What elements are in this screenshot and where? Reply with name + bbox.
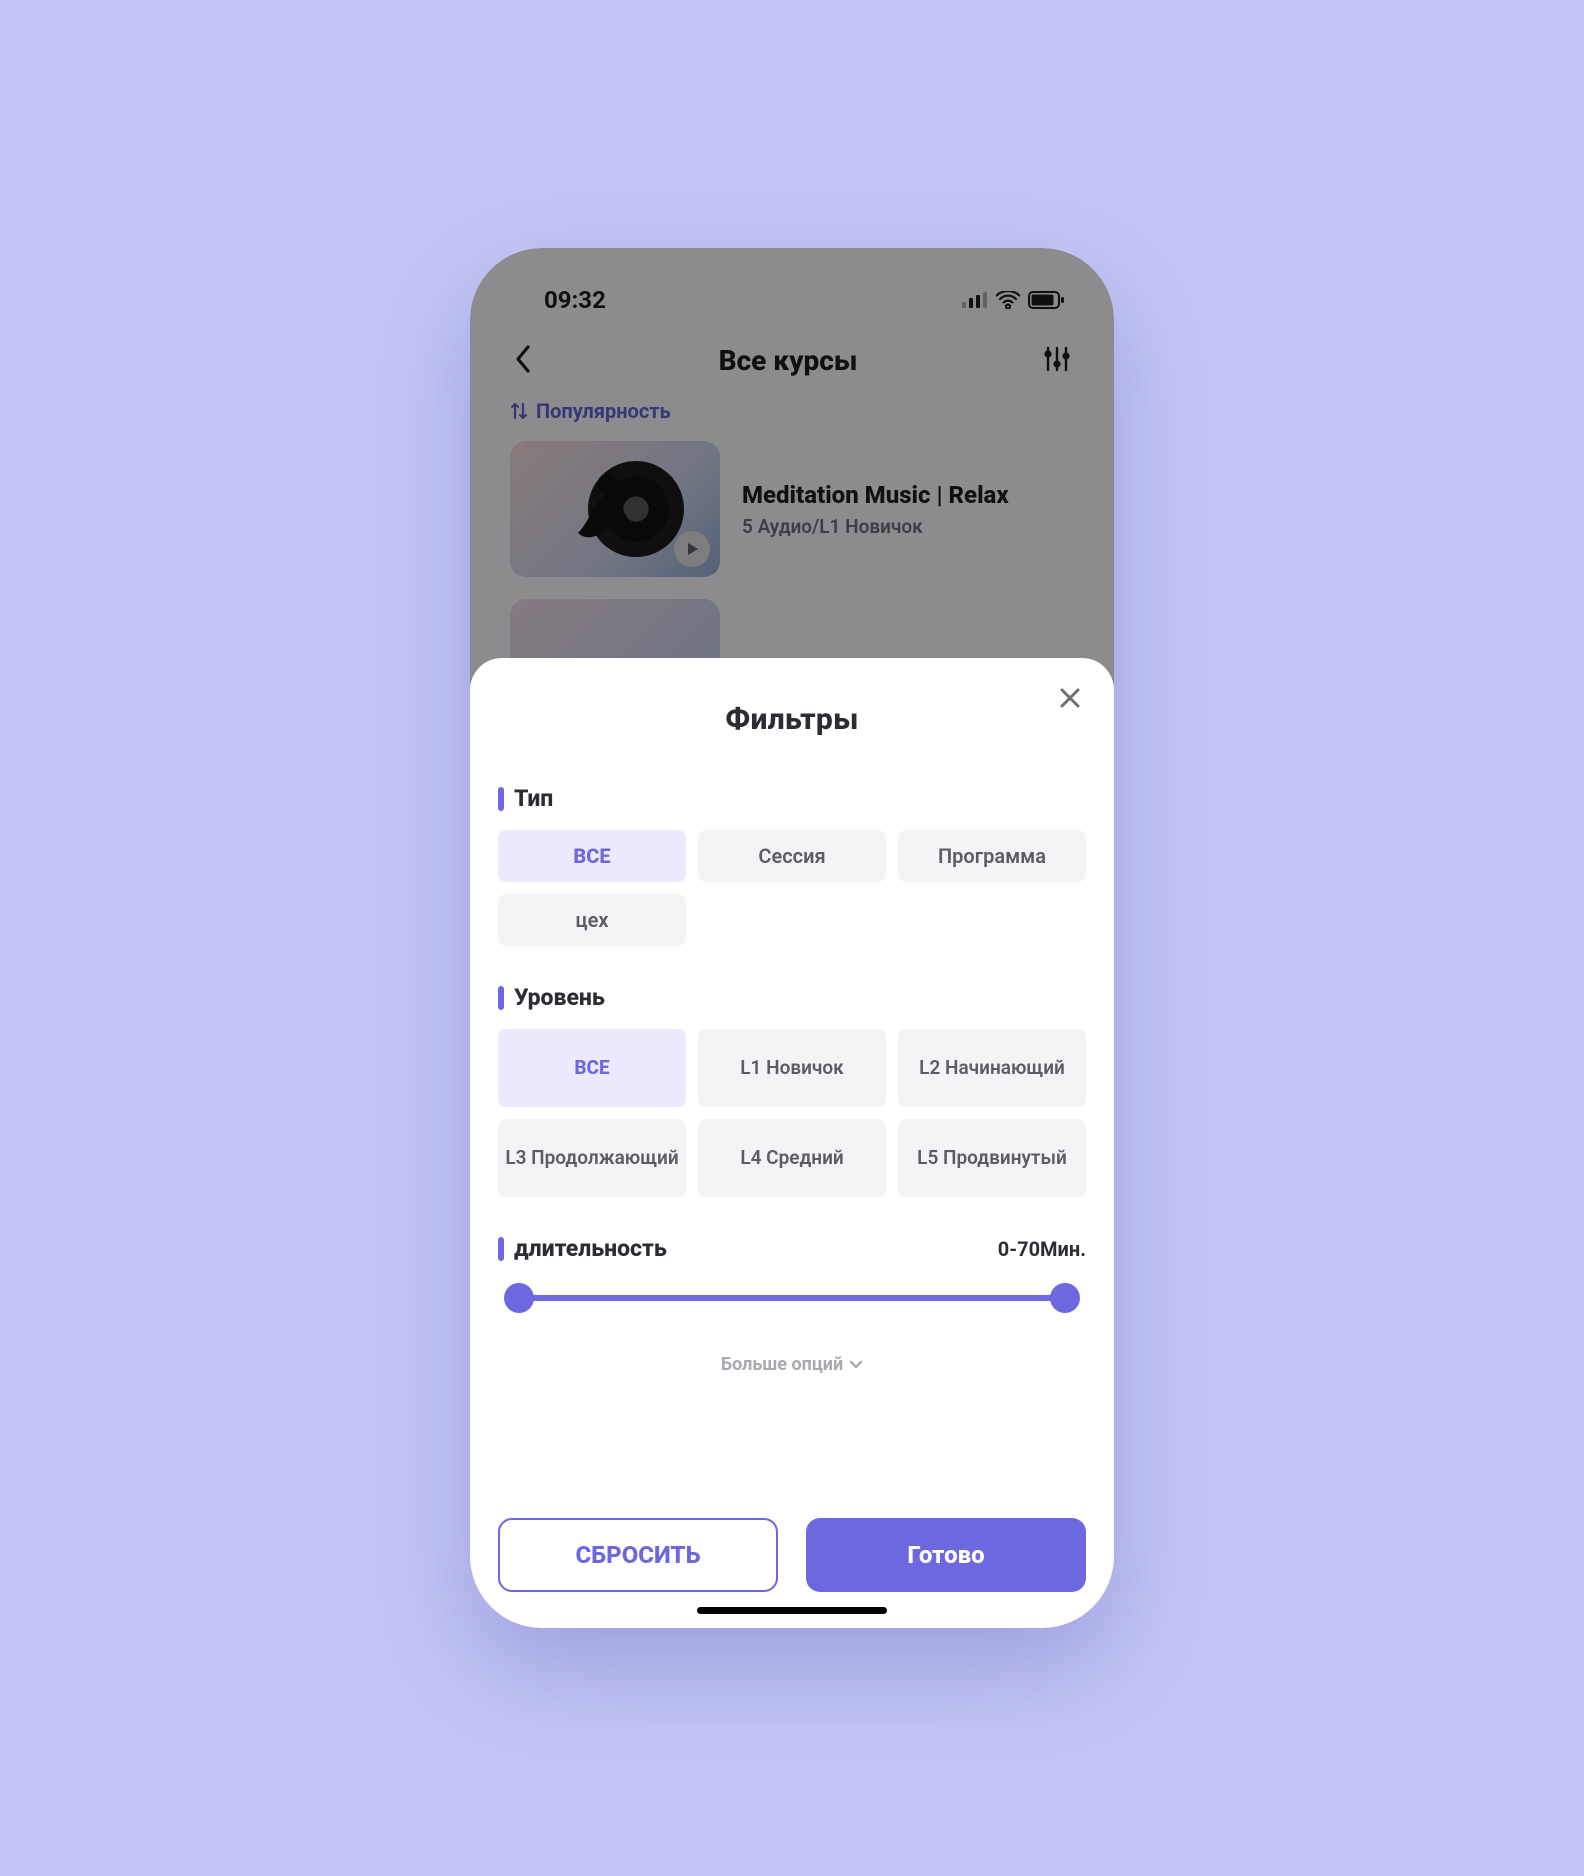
more-options-label: Больше опций [721, 1354, 843, 1375]
section-label-level: Уровень [498, 984, 1086, 1011]
action-buttons: СБРОСИТЬ Готово [498, 1518, 1086, 1592]
type-chip-session[interactable]: Сессия [698, 830, 886, 882]
level-chip-l2[interactable]: L2 Начинающий [898, 1029, 1086, 1107]
duration-slider[interactable] [508, 1282, 1076, 1314]
type-chip-workshop[interactable]: цех [498, 894, 686, 946]
home-indicator[interactable] [697, 1607, 887, 1614]
type-chips: ВСЕ Сессия Программа цех [498, 830, 1086, 946]
level-chip-l4[interactable]: L4 Средний [698, 1119, 886, 1197]
slider-track [508, 1295, 1076, 1301]
duration-value: 0-70Мин. [998, 1237, 1086, 1261]
slider-handle-max[interactable] [1050, 1283, 1080, 1313]
close-icon [1058, 686, 1082, 710]
reset-button[interactable]: СБРОСИТЬ [498, 1518, 778, 1592]
section-label-type: Тип [498, 785, 1086, 812]
type-chip-all[interactable]: ВСЕ [498, 830, 686, 882]
level-chip-all[interactable]: ВСЕ [498, 1029, 686, 1107]
phone-frame: 09:32 Все курсы Популярность [470, 248, 1114, 1628]
slider-handle-min[interactable] [504, 1283, 534, 1313]
filters-sheet: Фильтры Тип ВСЕ Сессия Программа цех Уро… [470, 658, 1114, 1628]
sheet-title: Фильтры [498, 702, 1086, 737]
level-chip-l1[interactable]: L1 Новичок [698, 1029, 886, 1107]
chevron-down-icon [849, 1360, 863, 1370]
type-chip-program[interactable]: Программа [898, 830, 1086, 882]
level-chips: ВСЕ L1 Новичок L2 Начинающий L3 Продолжа… [498, 1029, 1086, 1197]
level-chip-l3[interactable]: L3 Продолжающий [498, 1119, 686, 1197]
type-label-text: Тип [514, 785, 553, 812]
level-label-text: Уровень [514, 984, 605, 1011]
section-label-duration: длительность [498, 1235, 667, 1262]
duration-header: длительность 0-70Мин. [498, 1235, 1086, 1262]
duration-label-text: длительность [514, 1235, 667, 1262]
done-button[interactable]: Готово [806, 1518, 1086, 1592]
level-chip-l5[interactable]: L5 Продвинутый [898, 1119, 1086, 1197]
more-options-button[interactable]: Больше опций [498, 1354, 1086, 1375]
close-button[interactable] [1052, 680, 1088, 716]
